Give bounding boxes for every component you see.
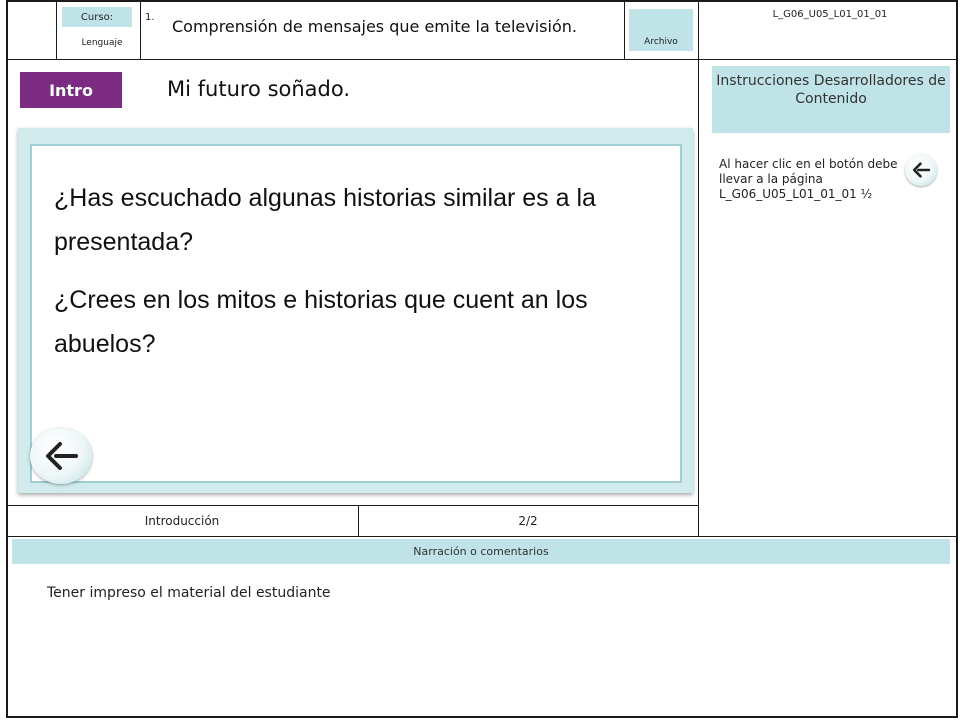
- question-list: ¿Has escuchado algunas historias similar…: [54, 176, 674, 380]
- page-title: Comprensión de mensajes que emite la tel…: [172, 17, 577, 36]
- intro-badge: Intro: [20, 72, 122, 108]
- back-button[interactable]: [30, 428, 92, 484]
- frame-left: [6, 0, 8, 718]
- frame-bottom: [6, 716, 958, 718]
- back-arrow-icon: [912, 162, 931, 178]
- narration-top-line: [6, 536, 958, 537]
- archivo-label: Archivo: [629, 9, 693, 51]
- instructions-header: Instrucciones Desarrolladores de Conteni…: [712, 66, 950, 133]
- page-indicator: 2/2: [518, 514, 538, 528]
- header-col-2: [140, 0, 141, 59]
- frame-top: [6, 0, 958, 2]
- narration-text: Tener impreso el material del estudiante: [47, 585, 331, 601]
- back-arrow-icon: [46, 442, 78, 470]
- question-1: ¿Has escuchado algunas historias similar…: [54, 184, 596, 256]
- header-col-1: [56, 0, 57, 59]
- instructions-text: Al hacer clic en el botón debe llevar a …: [719, 157, 898, 201]
- main-col-divider: [698, 0, 699, 536]
- course-value: Lenguaje: [81, 38, 123, 48]
- question-2: ¿Crees en los mitos e historias que cuen…: [54, 286, 588, 358]
- narration-header: Narración o comentarios: [12, 539, 950, 564]
- back-button-reference: [905, 154, 937, 186]
- frame-right: [956, 0, 958, 718]
- course-label: Curso:: [62, 7, 132, 27]
- header-divider: [6, 59, 958, 60]
- slide-title: Mi futuro soñado.: [167, 77, 351, 101]
- section-name: Introducción: [144, 514, 220, 528]
- header-col-3: [624, 0, 625, 59]
- file-code: L_G06_U05_L01_01_01: [772, 9, 888, 20]
- section-number: 1.: [145, 12, 155, 23]
